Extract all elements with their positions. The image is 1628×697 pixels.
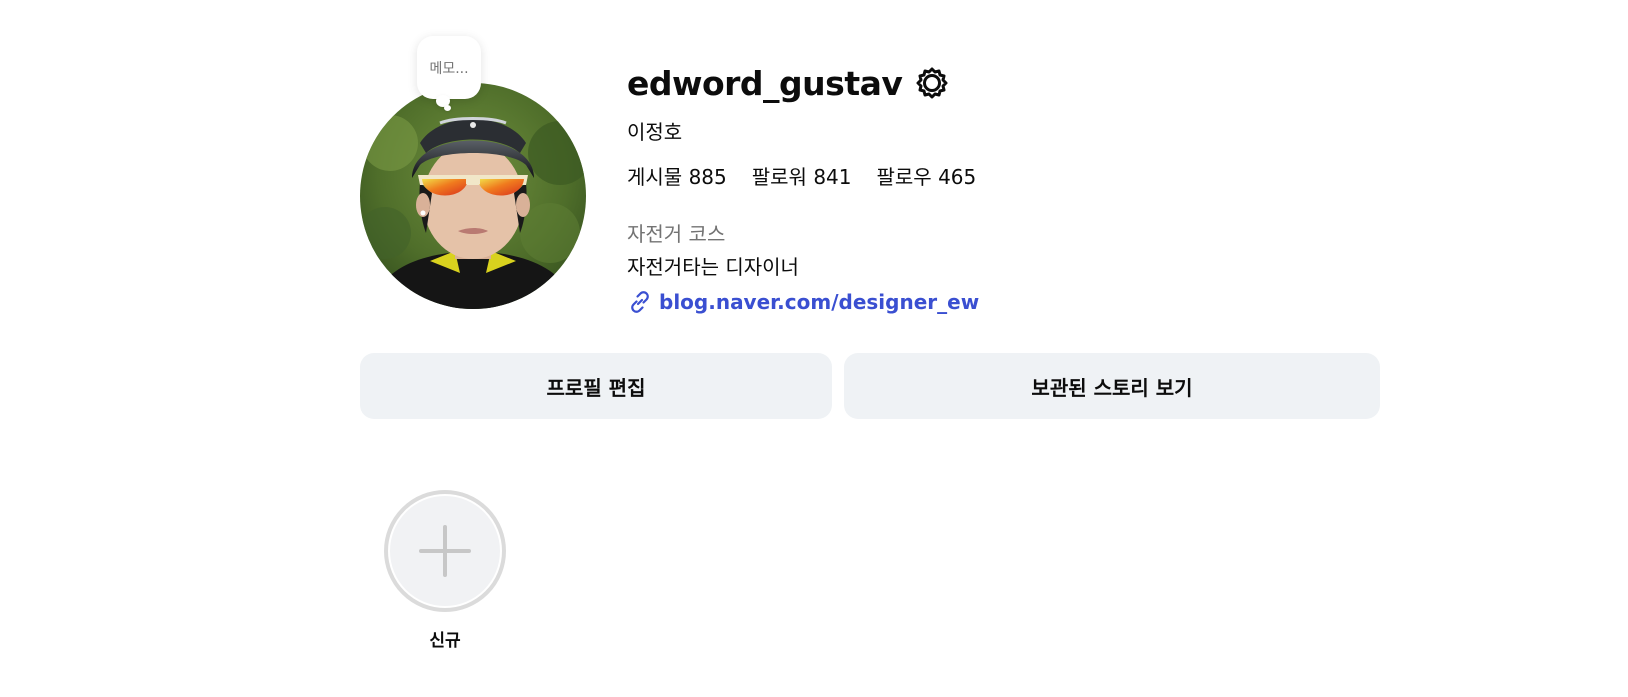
stat-posts[interactable]: 게시물 885 — [627, 161, 727, 190]
profile-category: 자전거 코스 — [627, 222, 726, 246]
new-highlight-button[interactable]: 신규 — [380, 490, 510, 651]
full-name: 이정호 — [627, 120, 683, 144]
note-text: 메모... — [429, 60, 469, 77]
username-row: edword_gustav — [627, 58, 950, 108]
settings-button[interactable] — [914, 65, 950, 101]
avatar-image — [360, 83, 586, 309]
profile-avatar[interactable] — [360, 83, 586, 309]
plus-icon — [419, 525, 471, 577]
username: edword_gustav — [627, 63, 903, 103]
stat-posts-label: 게시물 — [627, 165, 683, 189]
profile-link[interactable]: blog.naver.com/designer_ew — [627, 289, 979, 315]
stat-followers-label: 팔로워 — [751, 165, 807, 189]
gear-icon — [916, 67, 948, 99]
note-bubble[interactable]: 메모... — [417, 36, 481, 99]
stat-following[interactable]: 팔로우 465 — [877, 161, 977, 190]
profile-bio: 자전거타는 디자이너 — [627, 255, 799, 279]
note-bubble-tail-small — [444, 105, 451, 111]
view-archive-button[interactable]: 보관된 스토리 보기 — [844, 353, 1380, 419]
link-icon — [627, 289, 653, 315]
new-highlight-label: 신규 — [429, 631, 461, 651]
highlight-ring — [384, 490, 506, 612]
highlight-inner — [390, 496, 500, 606]
profile-page: 메모... edword_gustav 이정호 게시물 885 팔로워 841 … — [0, 0, 1628, 697]
stat-posts-value: 885 — [688, 165, 727, 189]
profile-link-text: blog.naver.com/designer_ew — [659, 290, 980, 314]
profile-stats: 게시물 885 팔로워 841 팔로우 465 — [627, 161, 1001, 190]
stat-followers[interactable]: 팔로워 841 — [752, 161, 852, 190]
edit-profile-button[interactable]: 프로필 편집 — [360, 353, 832, 419]
stat-followers-value: 841 — [813, 165, 852, 189]
stat-following-value: 465 — [938, 165, 977, 189]
stat-following-label: 팔로우 — [876, 165, 932, 189]
